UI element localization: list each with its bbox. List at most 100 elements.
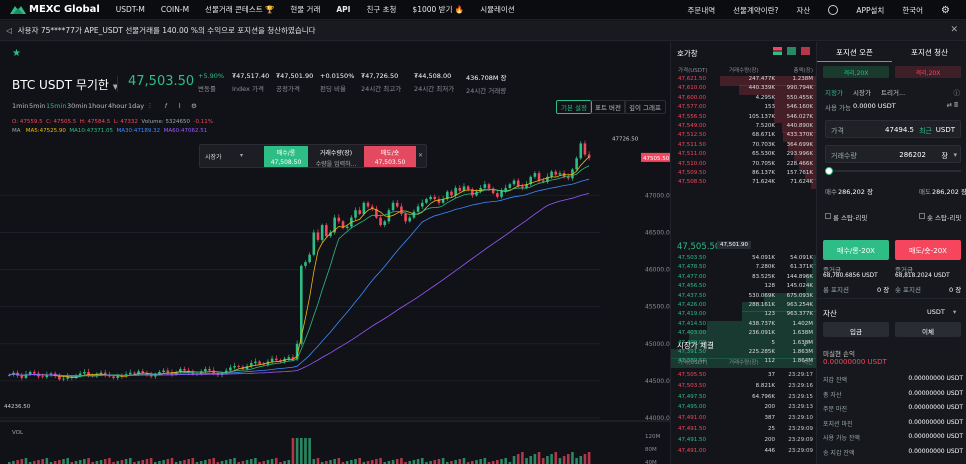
candle[interactable] [62,378,65,380]
candle[interactable] [325,225,328,237]
candle[interactable] [83,371,86,374]
candle[interactable] [366,202,370,207]
candle[interactable] [454,187,457,196]
nav-spot[interactable]: 현물 거래 [290,4,320,15]
nav-api[interactable]: API [336,5,350,14]
trade-row[interactable]: 47,505.50 37 23:29:17 [671,372,817,382]
type-trigger[interactable]: 트리거... [881,87,905,97]
type-market[interactable]: 시장가 [853,87,871,97]
book-asks-icon[interactable] [801,47,810,55]
trade-row[interactable]: 47,503.50 8.821K 23:29:16 [671,383,817,393]
ask-row[interactable]: 47,511.50 70.703K 364.699K [671,141,817,152]
candle[interactable] [433,196,437,200]
nav-contest[interactable]: 선물거래 콘테스트 🏆 [205,4,274,15]
deposit-button[interactable]: 입금 [823,322,889,337]
candle[interactable] [362,202,366,214]
buy-long-button[interactable]: 매수/롱-20X [823,240,889,260]
ask-row[interactable]: 47,509.50 86.137K 157.761K [671,170,817,180]
candle[interactable] [287,357,291,359]
tab-close-position[interactable]: 포지션 청산 [892,42,966,62]
asset-currency[interactable]: USDT [927,308,945,316]
view-depth[interactable]: 깊이 그래프 [624,100,666,114]
candle[interactable] [416,206,420,212]
interval-5min[interactable]: 5min [29,102,45,110]
notice-text[interactable]: 사용자 75****77가 APE_USDT 선물거래를 140.00 %의 수… [18,25,316,36]
candle[interactable] [208,369,211,371]
sell-short-button[interactable]: 매도/숏-20X [895,240,961,260]
trade-row[interactable]: 47,491.50 200 23:29:09 [671,437,817,447]
candle[interactable] [391,202,395,211]
interval-30min[interactable]: 30min [67,102,88,110]
nav-usdt-m[interactable]: USDT-M [116,5,145,14]
candle[interactable] [233,366,236,368]
nav-coin-m[interactable]: COIN-M [161,5,189,14]
ask-row[interactable]: 47,510.00 70.705K 228.466K [671,160,817,171]
user-icon[interactable] [828,5,839,15]
transfer-icon[interactable]: ⇄ 🖩 [947,101,958,112]
candle[interactable] [583,143,587,155]
book-bids-icon[interactable] [787,47,796,55]
candle[interactable] [229,367,232,371]
candle[interactable] [579,143,583,159]
candle[interactable] [395,202,399,207]
book-both-icon[interactable] [773,47,782,55]
candle[interactable] [41,376,44,378]
trade-row[interactable]: 47,497.50 64.796K 23:29:15 [671,394,817,404]
symbol-selector[interactable]: BTC USDT 무기한 ▼ [12,76,118,93]
candle[interactable] [404,213,407,222]
candle[interactable] [450,191,453,196]
candle[interactable] [387,210,391,222]
bid-row[interactable]: 47,456.50 128 145.024K [671,283,817,293]
candle[interactable] [270,358,274,362]
candle[interactable] [358,210,361,214]
candle[interactable] [133,372,136,374]
quick-buy-button[interactable]: 매수/롱 47,508.50 [264,146,308,167]
bid-row[interactable]: 47,477.00 83.525K 144.896K [671,273,817,284]
candle[interactable] [312,232,316,255]
candle[interactable] [425,199,428,203]
candle[interactable] [308,254,311,263]
candle[interactable] [420,202,424,207]
candle[interactable] [429,196,432,200]
bid-row[interactable]: 47,478.50 7.280K 61.371K [671,264,817,274]
slider-handle[interactable] [825,167,833,175]
candle[interactable] [566,176,570,179]
chevron-down-icon[interactable]: ▾ [953,308,956,316]
interval-1day[interactable]: 1day [128,102,144,110]
candle[interactable] [345,226,349,229]
trade-row[interactable]: 47,495.00 200 23:29:13 [671,404,817,414]
interval-1min[interactable]: 1min [12,102,28,110]
close-icon[interactable]: ✕ [418,152,423,159]
leverage-short[interactable]: 격리,20X [895,66,961,78]
bid-row[interactable]: 47,419.00 123 963.377K [671,311,817,321]
candle[interactable] [466,186,470,190]
candle[interactable] [383,221,387,226]
interval-15min[interactable]: 15min [46,102,67,110]
chevron-down-icon[interactable]: ▾ [953,151,957,159]
bid-row[interactable]: 47,503.50 54.091K 54.091K [671,255,817,265]
candle[interactable] [183,369,186,371]
nav-assets[interactable]: 자산 [797,5,811,16]
nav-bonus[interactable]: $1000 받기 🔥 [412,4,464,15]
bid-row[interactable]: 47,437.50 530.069K 675.093K [671,292,817,303]
candle[interactable] [512,180,516,185]
settings-gear-icon[interactable]: ⚙ [941,5,950,16]
price-input[interactable]: 가격 47494.5 최근 USDT [825,120,961,138]
bid-row[interactable]: 47,414.50 438.737K 1.402M [671,320,817,331]
ask-row[interactable]: 47,508.50 71.624K 71.624K [671,179,817,189]
mexc-logo[interactable]: MEXC Global [10,4,100,15]
candle[interactable] [258,361,261,364]
candle[interactable] [33,371,36,374]
candle[interactable] [304,262,307,266]
candle[interactable] [487,184,491,189]
ask-row[interactable]: 47,610.00 440.339K 990.794K [671,85,817,95]
interval-4hour[interactable]: 4hour [108,102,127,110]
candle[interactable] [162,370,165,372]
ask-row[interactable]: 47,549.00 7.520K 440.890K [671,123,817,133]
bid-row[interactable]: 47,403.00 236.091K 1.638M [671,330,817,340]
candle[interactable] [320,225,324,240]
candle[interactable] [20,375,24,378]
close-icon[interactable]: ✕ [950,25,958,35]
quick-sell-button[interactable]: 매도/숏 47,503.50 [364,146,416,167]
drawing-icon[interactable]: ⌇ [178,102,181,110]
